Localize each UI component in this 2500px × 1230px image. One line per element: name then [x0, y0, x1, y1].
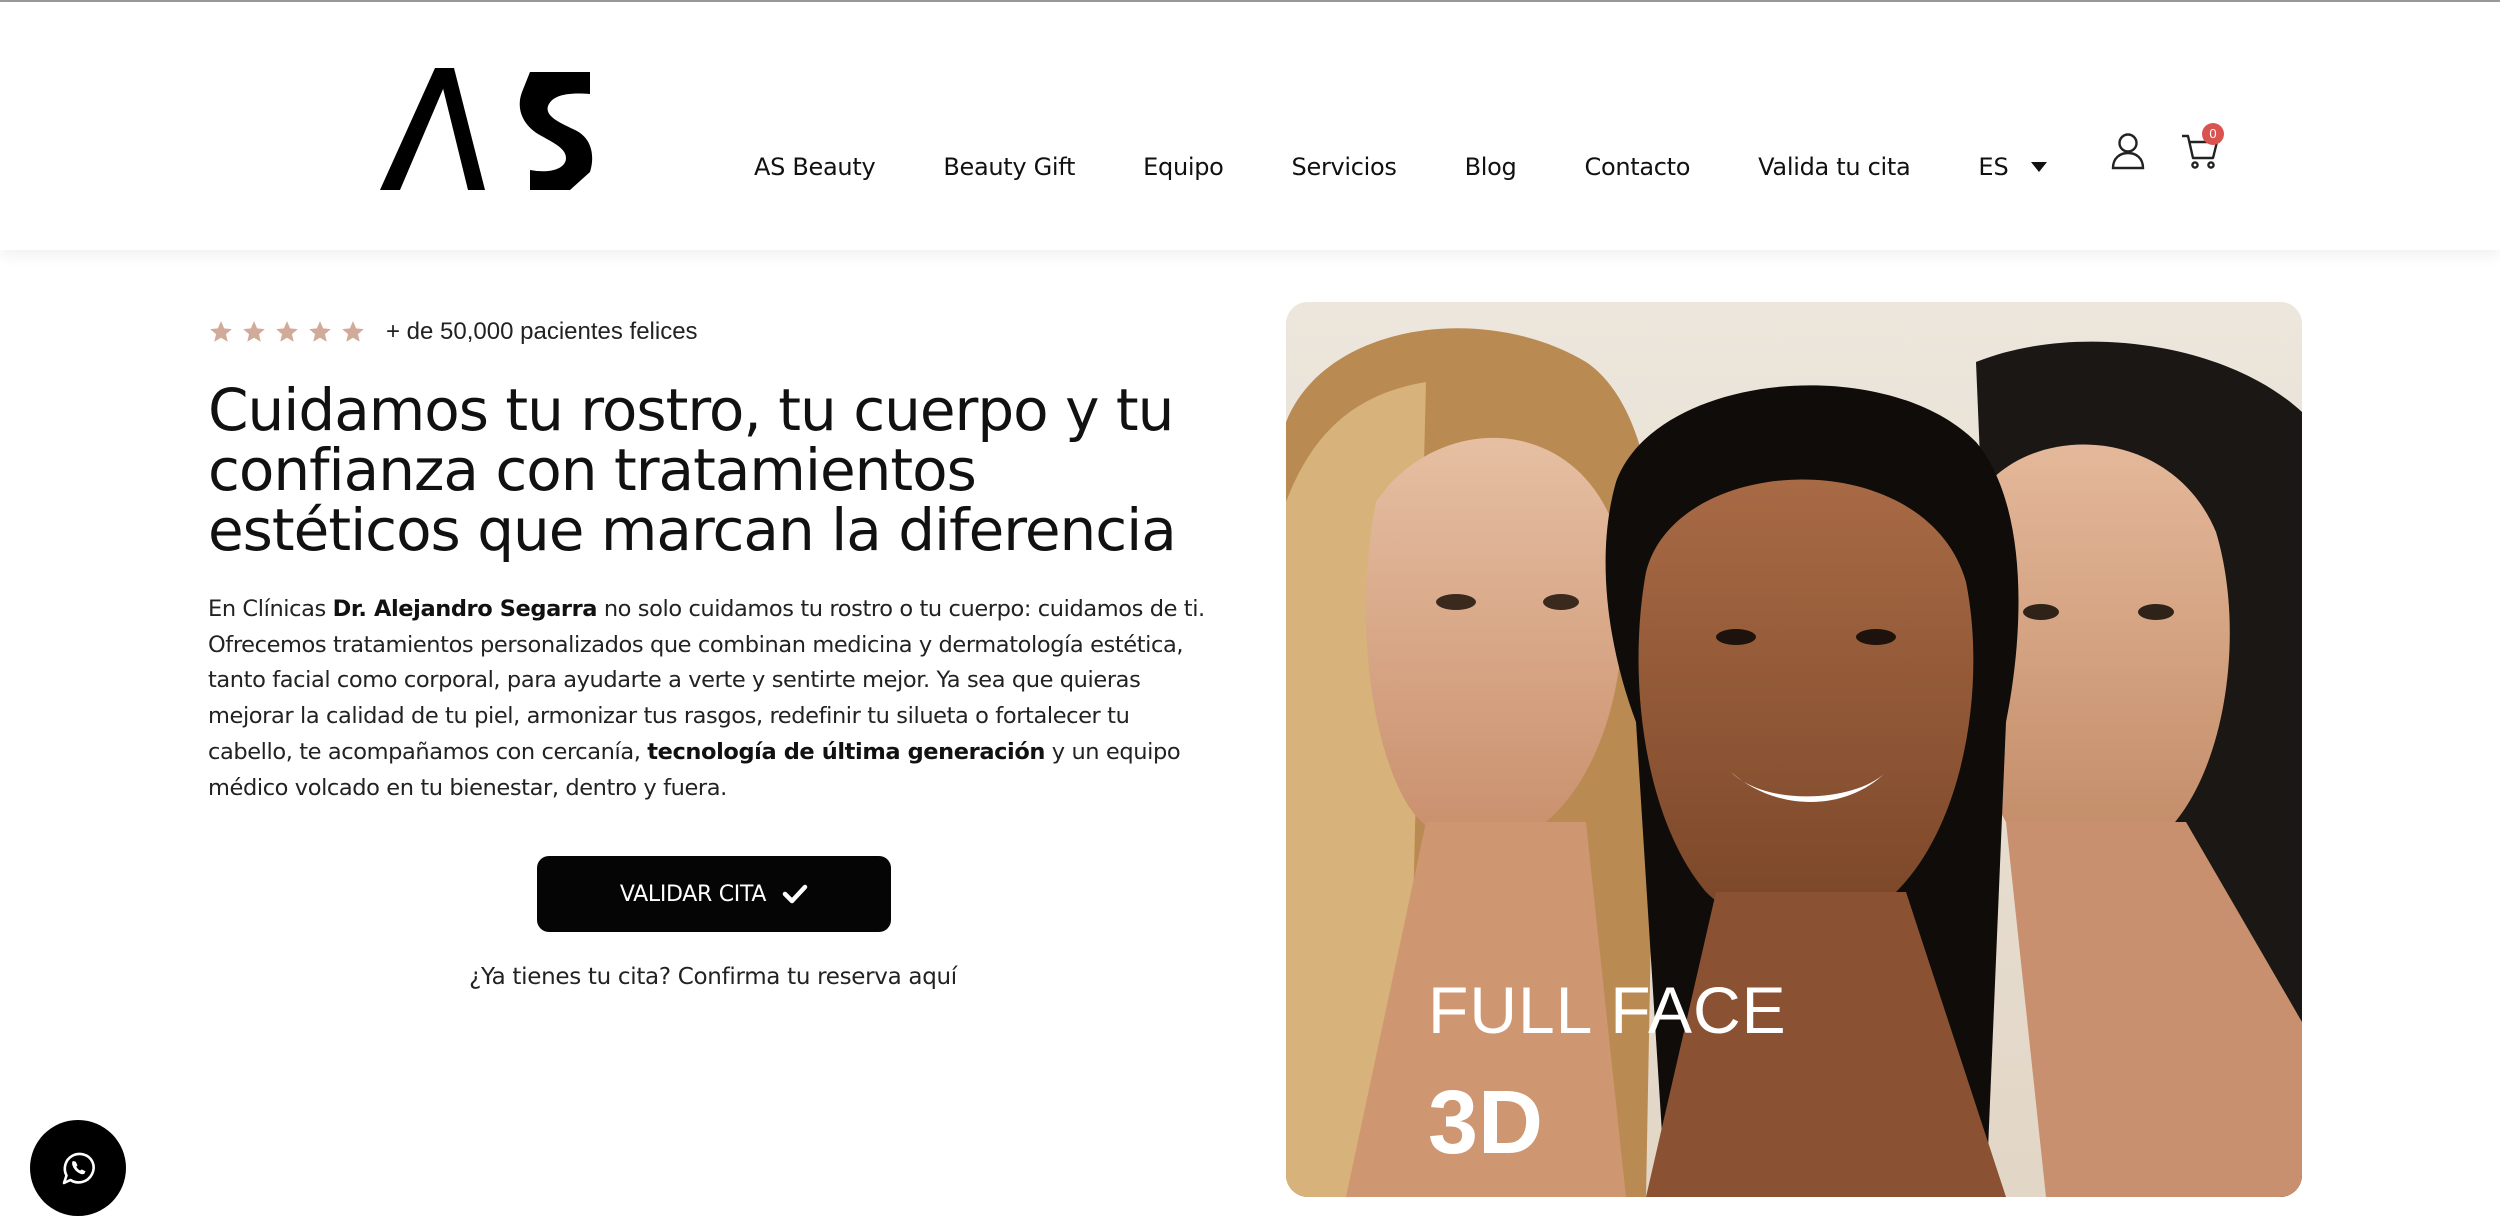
- nav-beauty-gift[interactable]: Beauty Gift: [943, 153, 1075, 181]
- rating-row: + de 50,000 pacientes felices: [208, 318, 698, 346]
- site-header: AS Beauty Beauty Gift Equipo Servicios B…: [0, 2, 2500, 250]
- doctor-name: Dr. Alejandro Segarra: [332, 596, 598, 622]
- nav-equipo[interactable]: Equipo: [1143, 153, 1224, 181]
- language-label: ES: [1978, 153, 2009, 181]
- validate-appointment-button[interactable]: VALIDAR CITA: [537, 856, 891, 932]
- check-icon: [782, 884, 808, 904]
- site-logo[interactable]: [380, 68, 595, 193]
- rating-stars: [208, 319, 366, 345]
- language-selector[interactable]: ES: [1978, 153, 2047, 181]
- image-overlay-line1: FULL FACE: [1428, 973, 1787, 1047]
- nav-blog[interactable]: Blog: [1465, 153, 1517, 181]
- chevron-down-icon: [2030, 162, 2047, 172]
- hero-image: FULL FACE 3D: [1286, 302, 2302, 1197]
- nav-servicios[interactable]: Servicios: [1292, 153, 1397, 181]
- main-nav: AS Beauty Beauty Gift Equipo Servicios B…: [754, 147, 2047, 187]
- rating-text: + de 50,000 pacientes felices: [386, 318, 698, 345]
- star-icon: [243, 321, 265, 342]
- user-icon[interactable]: [2110, 132, 2146, 170]
- image-overlay-line2: 3D: [1428, 1073, 1544, 1173]
- hero-headline: Cuidamos tu rostro, tu cuerpo y tu confi…: [208, 376, 1177, 564]
- nav-contacto[interactable]: Contacto: [1585, 153, 1691, 181]
- whatsapp-button[interactable]: [30, 1120, 126, 1216]
- nav-valida-tu-cita[interactable]: Valida tu cita: [1758, 153, 1911, 181]
- star-icon: [342, 321, 364, 342]
- technology-highlight: tecnología de última generación: [647, 738, 1046, 765]
- confirm-booking-link[interactable]: ¿Ya tienes tu cita? Confirma tu reserva …: [0, 964, 1426, 990]
- star-icon: [210, 321, 232, 342]
- hero-description: En Clínicas Dr. Alejandro Segarra no sol…: [208, 596, 1205, 801]
- nav-as-beauty[interactable]: AS Beauty: [754, 153, 876, 181]
- whatsapp-icon: [62, 1152, 95, 1185]
- star-icon: [309, 321, 331, 342]
- star-icon: [276, 321, 298, 342]
- cart-count-badge: 0: [2202, 123, 2224, 145]
- validate-appointment-label: VALIDAR CITA: [619, 881, 767, 907]
